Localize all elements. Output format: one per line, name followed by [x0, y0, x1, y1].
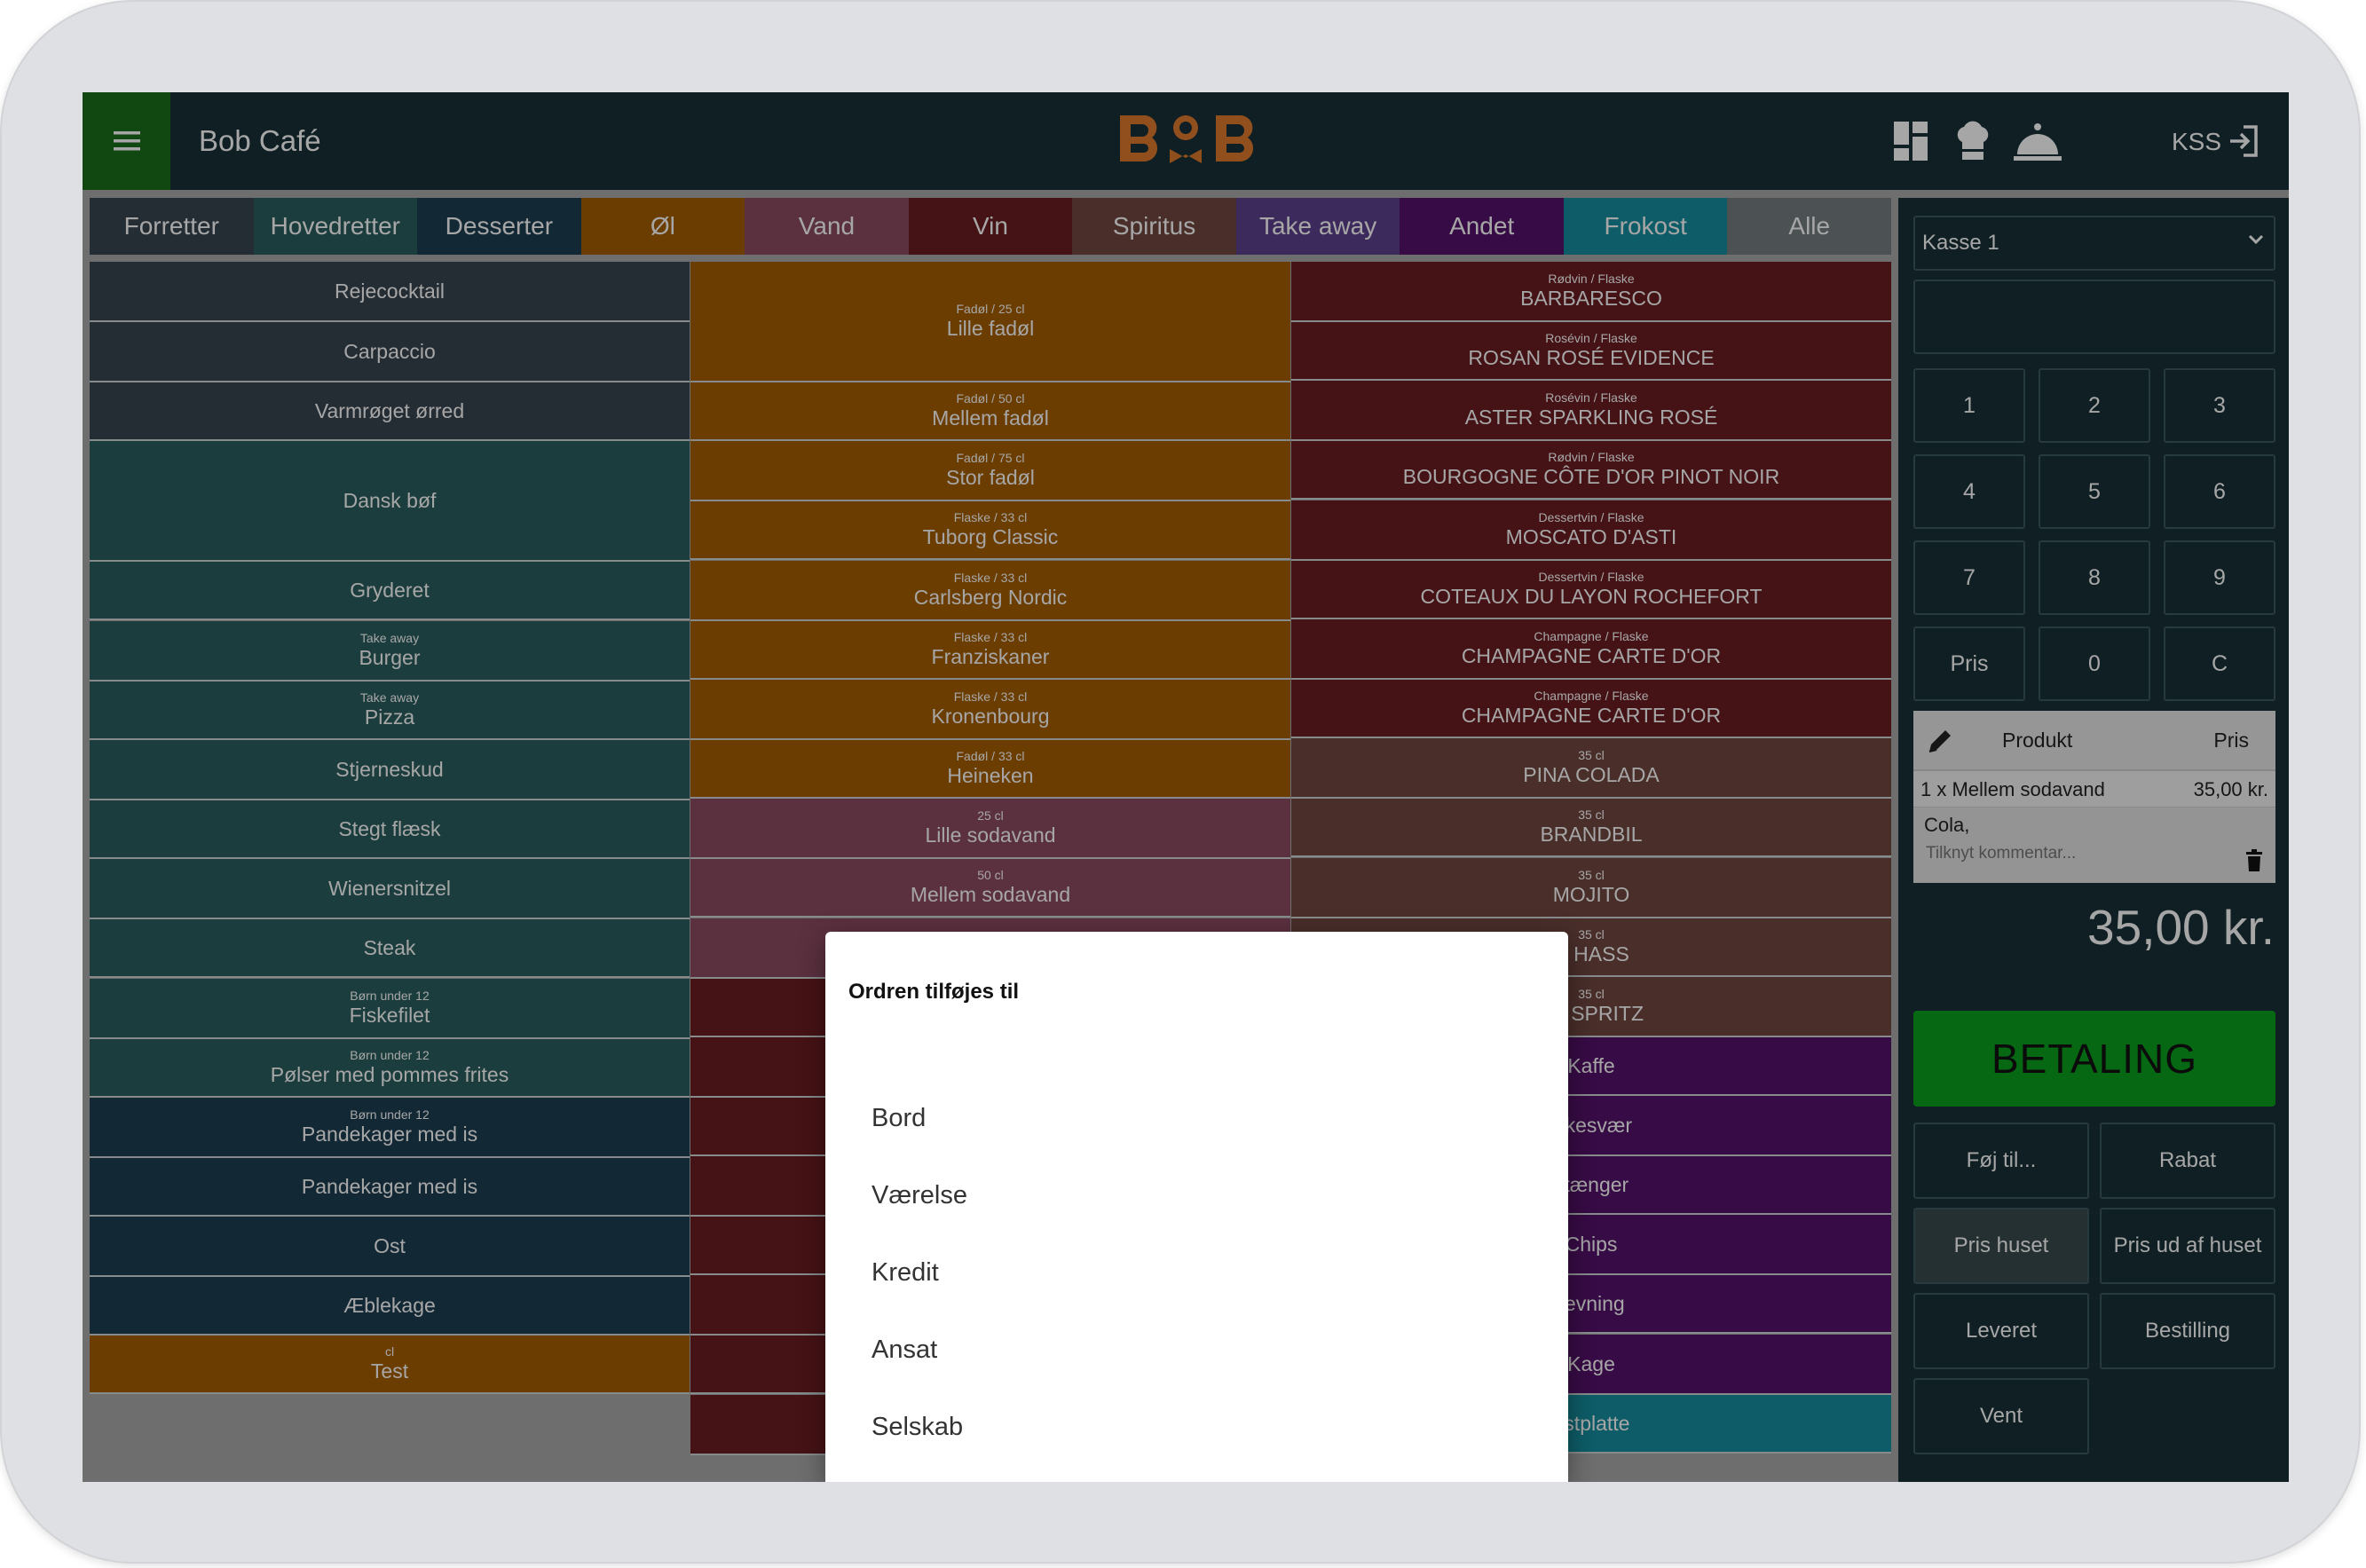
order-destination-dialog: Ordren tilføjes til Bord Værelse Kredit Ans… — [825, 932, 1568, 1482]
option-kredit[interactable]: Kredit — [871, 1258, 939, 1288]
option-ansat[interactable]: Ansat — [871, 1336, 937, 1365]
option-værelse[interactable]: Værelse — [871, 1181, 967, 1210]
dialog-title: Ordren tilføjes til — [848, 980, 1020, 1004]
option-selskab[interactable]: Selskab — [871, 1413, 963, 1442]
tablet-frame: Bob Café KSS Forretter Hovedretter Dessert… — [0, 0, 2361, 1564]
app-screen: Bob Café KSS Forretter Hovedretter Dessert… — [83, 92, 2289, 1482]
option-bord[interactable]: Bord — [871, 1104, 926, 1133]
